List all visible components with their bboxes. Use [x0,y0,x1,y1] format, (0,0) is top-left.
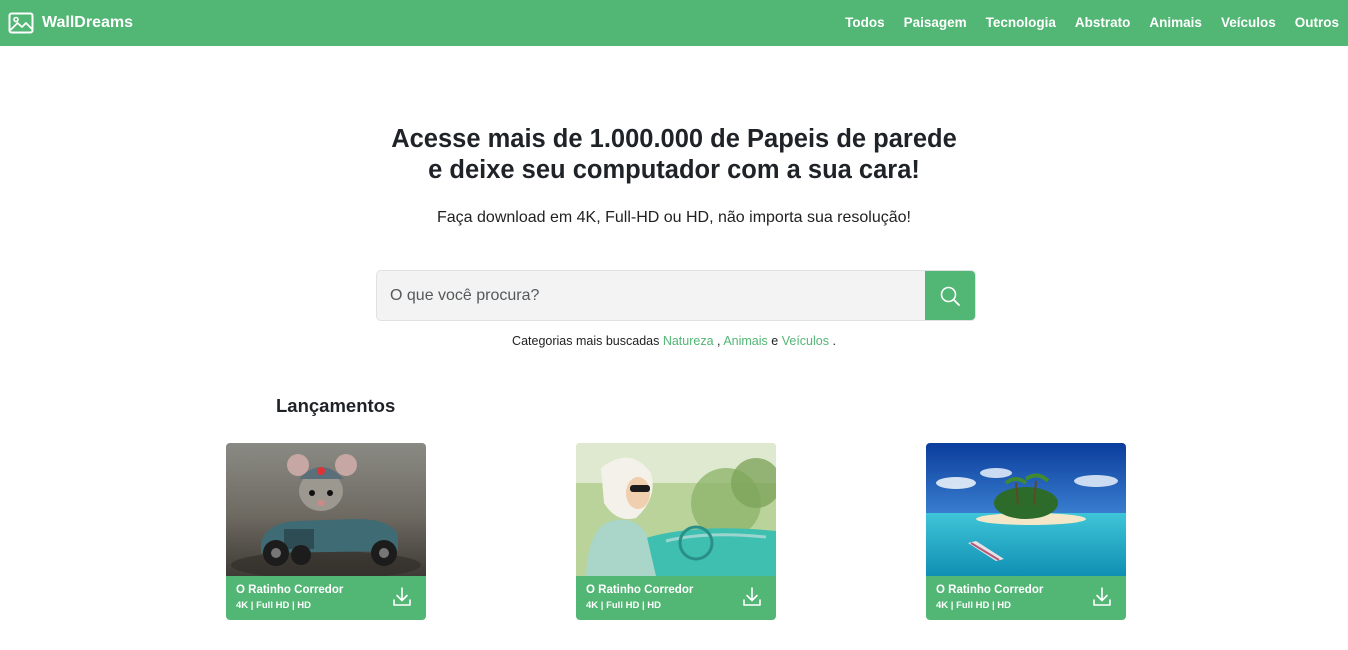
search-bar [376,270,976,321]
card-title: O Ratinho Corredor [236,584,344,596]
image-icon [8,12,34,34]
nav-link-animais[interactable]: Animais [1149,15,1202,30]
download-icon[interactable] [392,586,412,608]
brand-link[interactable]: WallDreams [8,0,133,46]
wallpaper-card[interactable]: O Ratinho Corredor 4K | Full HD | HD [926,443,1126,620]
category-link-natureza[interactable]: Natureza [663,334,714,348]
tropical-island-image [926,443,1126,576]
search-button[interactable] [925,271,975,320]
card-footer: O Ratinho Corredor 4K | Full HD | HD [926,576,1126,620]
releases-title: Lançamentos [276,395,396,416]
card-resolutions: 4K | Full HD | HD [586,600,661,611]
wallpaper-card[interactable]: O Ratinho Corredor 4K | Full HD | HD [576,443,776,620]
nav-link-todos[interactable]: Todos [845,15,885,30]
separator-comma: , [717,334,721,348]
brand-name: WallDreams [42,14,133,31]
woman-in-vintage-car-image [576,443,776,576]
download-icon[interactable] [1092,586,1112,608]
hero-title: Acesse mais de 1.000.000 de Papeis de pa… [0,124,1348,186]
navbar: WallDreams Todos Paisagem Tecnologia Abs… [0,0,1348,46]
search-input[interactable] [377,271,925,320]
nav-links: Todos Paisagem Tecnologia Abstrato Anima… [826,0,1339,44]
mouse-race-car-image [226,443,426,576]
nav-link-abstrato[interactable]: Abstrato [1075,15,1131,30]
separator-and: e [771,334,779,348]
nav-link-tecnologia[interactable]: Tecnologia [986,15,1056,30]
card-resolutions: 4K | Full HD | HD [236,600,311,611]
card-title: O Ratinho Corredor [586,584,694,596]
nav-link-outros[interactable]: Outros [1295,15,1339,30]
category-link-veiculos[interactable]: Veículos [782,334,829,348]
nav-link-veiculos[interactable]: Veículos [1221,15,1276,30]
popular-suffix: . [832,334,836,348]
card-footer: O Ratinho Corredor 4K | Full HD | HD [226,576,426,620]
popular-categories: Categorias mais buscadas Natureza , Anim… [0,334,1348,348]
hero-title-line1: Acesse mais de 1.000.000 de Papeis de pa… [391,125,957,153]
hero-title-line2: e deixe seu computador com a sua cara! [428,156,920,184]
card-resolutions: 4K | Full HD | HD [936,600,1011,611]
popular-prefix: Categorias mais buscadas [512,334,660,348]
search-icon [940,286,960,306]
nav-link-paisagem[interactable]: Paisagem [904,15,967,30]
hero-subtitle: Faça download em 4K, Full-HD ou HD, não … [437,209,911,226]
card-footer: O Ratinho Corredor 4K | Full HD | HD [576,576,776,620]
download-icon[interactable] [742,586,762,608]
wallpaper-card[interactable]: O Ratinho Corredor 4K | Full HD | HD [226,443,426,620]
category-link-animais[interactable]: Animais [723,334,767,348]
card-title: O Ratinho Corredor [936,584,1044,596]
